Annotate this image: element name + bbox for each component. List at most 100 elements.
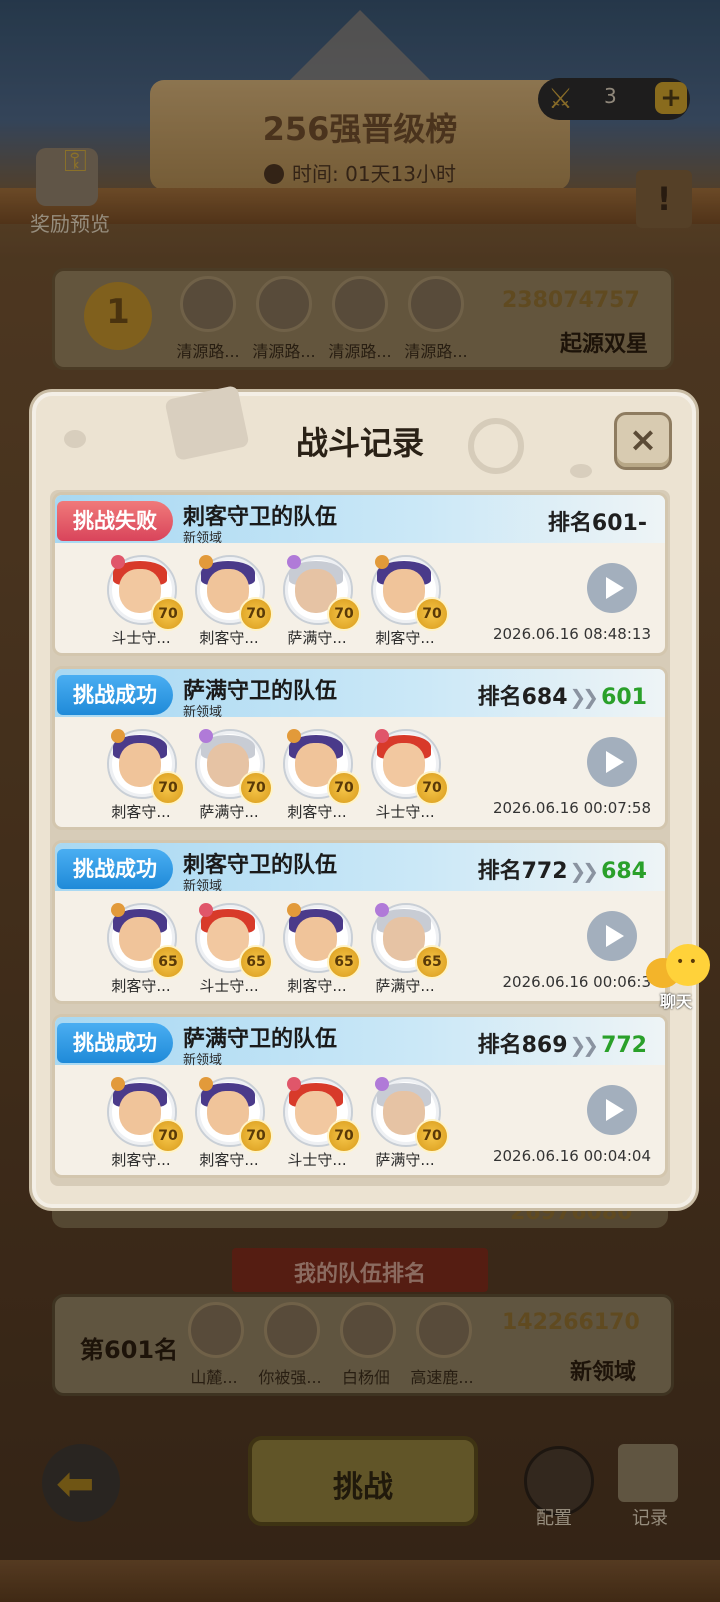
hero-avatar[interactable]: 70 斗士守... <box>363 729 449 825</box>
hero-avatar[interactable]: 70 萨满守... <box>275 555 361 651</box>
replay-button[interactable] <box>587 911 637 961</box>
hero-name: 刺客守... <box>199 1151 259 1169</box>
hero-avatar[interactable]: 65 刺客守... <box>99 903 185 999</box>
double-chevron-icon: ❯❯ <box>569 685 599 709</box>
result-tag: 挑战成功 <box>57 1023 173 1063</box>
hero-name: 斗士守... <box>375 803 435 821</box>
close-icon: × <box>628 420 658 460</box>
rank-change: 排名869 ❯❯ 772 <box>478 1027 647 1059</box>
class-icon <box>199 903 213 917</box>
hero-name: 刺客守... <box>287 977 347 995</box>
record-card: 挑战失败 刺客守卫的队伍 新领域 排名601- 70 斗士守... 70 刺客守..… <box>52 492 668 656</box>
hero-level-badge: 70 <box>239 597 273 631</box>
record-card: 挑战成功 萨满守卫的队伍 新领域 排名684 ❯❯ 601 70 刺客守... 70 萨… <box>52 666 668 830</box>
result-tag: 挑战成功 <box>57 849 173 889</box>
hero-name: 萨满守... <box>199 803 259 821</box>
rank-label: 排名 <box>477 859 522 884</box>
play-icon <box>606 925 624 947</box>
hero-level-badge: 70 <box>415 597 449 631</box>
class-icon <box>287 555 301 569</box>
replay-button[interactable] <box>587 1085 637 1135</box>
hero-avatar[interactable]: 65 斗士守... <box>187 903 273 999</box>
double-chevron-icon: ❯❯ <box>569 859 599 883</box>
class-icon <box>375 729 389 743</box>
opponent-realm: 新领域 <box>183 879 223 894</box>
rank-old: 684 <box>521 685 568 710</box>
result-tag: 挑战成功 <box>57 675 173 715</box>
hero-name: 斗士守... <box>287 1151 347 1169</box>
result-tag: 挑战失败 <box>57 501 173 541</box>
opponent-realm: 新领域 <box>183 531 223 546</box>
hero-level-badge: 70 <box>327 1119 361 1153</box>
battle-time: 2026.06.16 00:07:58 <box>492 799 651 817</box>
hero-level-badge: 70 <box>415 1119 449 1153</box>
rank-label: 排名 <box>547 511 592 536</box>
class-icon <box>287 729 301 743</box>
hero-name: 刺客守... <box>111 1151 171 1169</box>
hero-name: 斗士守... <box>199 977 259 995</box>
record-card: 挑战成功 萨满守卫的队伍 新领域 排名869 ❯❯ 772 70 刺客守... 70 刺… <box>52 1014 668 1178</box>
hero-name: 萨满守... <box>375 977 435 995</box>
chat-label: 聊天 <box>660 992 693 1011</box>
hero-level-badge: 70 <box>415 771 449 805</box>
hero-avatar[interactable]: 65 刺客守... <box>275 903 361 999</box>
hero-level-badge: 70 <box>327 771 361 805</box>
play-icon <box>606 1099 624 1121</box>
class-icon <box>199 1077 213 1091</box>
rank-change: 排名601- <box>548 505 647 537</box>
play-icon <box>606 751 624 773</box>
hero-level-badge: 65 <box>239 945 273 979</box>
hero-avatar[interactable]: 70 刺客守... <box>99 1077 185 1173</box>
class-icon <box>375 1077 389 1091</box>
hero-avatar[interactable]: 70 刺客守... <box>187 555 273 651</box>
class-icon <box>287 1077 301 1091</box>
hero-level-badge: 70 <box>151 597 185 631</box>
hero-avatar[interactable]: 70 萨满守... <box>187 729 273 825</box>
class-icon <box>111 729 125 743</box>
rank-label: 排名 <box>477 685 522 710</box>
hero-avatar[interactable]: 70 斗士守... <box>99 555 185 651</box>
hero-avatar[interactable]: 70 刺客守... <box>275 729 361 825</box>
play-icon <box>606 577 624 599</box>
class-icon <box>199 729 213 743</box>
hero-name: 刺客守... <box>287 803 347 821</box>
hero-level-badge: 65 <box>415 945 449 979</box>
hero-level-badge: 70 <box>151 771 185 805</box>
hero-avatar[interactable]: 70 萨满守... <box>363 1077 449 1173</box>
hero-avatar[interactable]: 70 刺客守... <box>363 555 449 651</box>
hero-avatar[interactable]: 70 刺客守... <box>99 729 185 825</box>
opponent-realm: 新领域 <box>183 705 223 720</box>
rank-new: 601 <box>601 685 647 710</box>
hero-level-badge: 70 <box>239 771 273 805</box>
rank-label: 排名 <box>477 1033 522 1058</box>
rank-new: 772 <box>601 1033 647 1058</box>
hero-level-badge: 70 <box>239 1119 273 1153</box>
hero-name: 刺客守... <box>111 803 171 821</box>
dialog-title: 战斗记录 <box>295 424 424 462</box>
hero-avatar[interactable]: 70 刺客守... <box>187 1077 273 1173</box>
rank-old: 869 <box>521 1033 568 1058</box>
rank-new: - <box>637 511 647 536</box>
battle-time: 2026.06.16 08:48:13 <box>492 625 651 643</box>
hero-name: 刺客守... <box>375 629 435 647</box>
rank-change: 排名684 ❯❯ 601 <box>478 679 647 711</box>
rank-new: 684 <box>601 859 647 884</box>
opponent-realm: 新领域 <box>183 1053 223 1068</box>
rank-old: 772 <box>521 859 568 884</box>
hero-name: 萨满守... <box>287 629 347 647</box>
replay-button[interactable] <box>587 737 637 787</box>
class-icon <box>111 555 125 569</box>
decoration <box>570 464 592 478</box>
hero-avatar[interactable]: 65 萨满守... <box>363 903 449 999</box>
hero-avatar[interactable]: 70 斗士守... <box>275 1077 361 1173</box>
class-icon <box>111 1077 125 1091</box>
record-card: 挑战成功 刺客守卫的队伍 新领域 排名772 ❯❯ 684 65 刺客守... 65 斗… <box>52 840 668 1004</box>
hero-name: 斗士守... <box>111 629 171 647</box>
hero-name: 刺客守... <box>111 977 171 995</box>
rank-change: 排名772 ❯❯ 684 <box>478 853 647 885</box>
chat-face-eyes: • • <box>676 954 697 970</box>
hero-name: 萨满守... <box>375 1151 435 1169</box>
class-icon <box>287 903 301 917</box>
double-chevron-icon: ❯❯ <box>569 1033 599 1057</box>
replay-button[interactable] <box>587 563 637 613</box>
